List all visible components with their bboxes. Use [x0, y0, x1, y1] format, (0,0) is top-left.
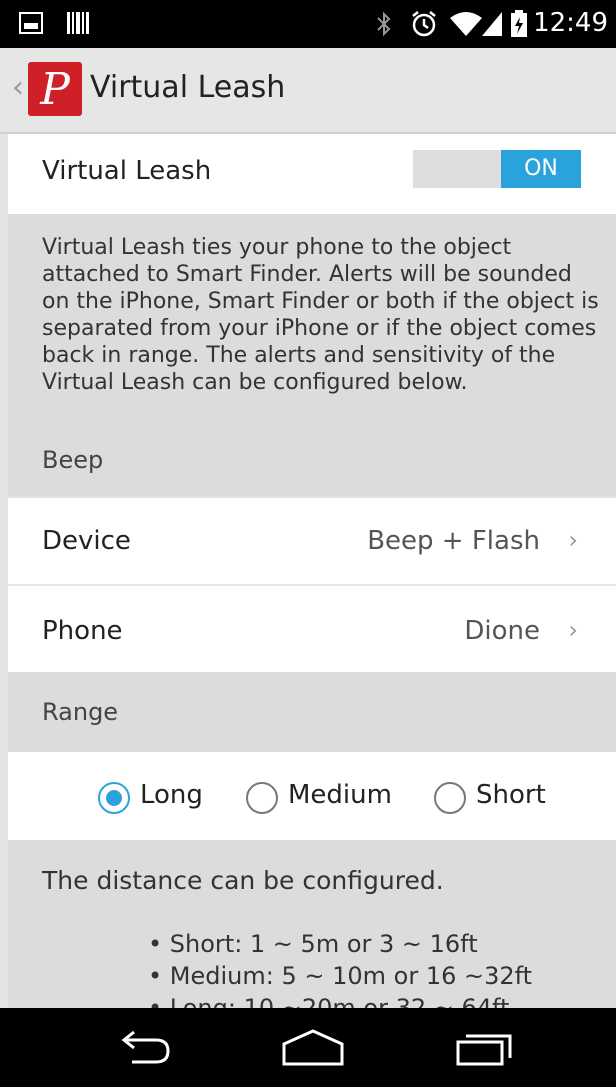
- device-label: Device: [42, 526, 131, 556]
- phone-label: Phone: [42, 616, 123, 646]
- range-radio-group: Long Medium Short: [8, 752, 616, 840]
- radio-unchecked-icon: [246, 782, 278, 814]
- list-item: • Short: 1 ~ 5m or 3 ~ 16ft: [148, 930, 478, 958]
- toggle-on-label: ON: [501, 150, 581, 188]
- virtual-leash-row: Virtual Leash ON: [8, 134, 616, 214]
- radio-checked-icon: [98, 782, 130, 814]
- battery-icon: [511, 10, 527, 37]
- app-logo-letter: P: [40, 64, 70, 115]
- bluetooth-icon: [377, 11, 391, 37]
- description-panel: Virtual Leash ties your phone to the obj…: [8, 214, 616, 496]
- radio-unchecked-icon: [434, 782, 466, 814]
- status-time: 12:49: [533, 8, 608, 38]
- list-item: • Long: 10 ~20m or 32 ~ 64ft: [148, 994, 510, 1008]
- device-value: Beep + Flash: [367, 526, 540, 556]
- phone-value: Dione: [464, 616, 540, 646]
- action-bar: ‹ P Virtual Leash: [0, 48, 616, 134]
- virtual-leash-label: Virtual Leash: [42, 156, 212, 186]
- range-section: Range: [8, 672, 616, 752]
- distance-list: • Short: 1 ~ 5m or 3 ~ 16ft • Medium: 5 …: [148, 928, 532, 1008]
- gallery-notification-icon: [19, 12, 43, 34]
- phone-row[interactable]: Phone Dione ›: [8, 586, 616, 672]
- description-text: Virtual Leash ties your phone to the obj…: [42, 235, 599, 395]
- chevron-right-icon: ›: [568, 526, 578, 554]
- range-section-header: Range: [42, 698, 119, 726]
- signal-icon: [482, 12, 502, 36]
- device-row[interactable]: Device Beep + Flash ›: [8, 498, 616, 584]
- back-chevron-icon[interactable]: ‹: [12, 70, 24, 105]
- page-title: Virtual Leash: [90, 70, 286, 105]
- navigation-bar: [0, 1008, 616, 1087]
- distance-panel: The distance can be configured. • Short:…: [8, 840, 616, 1008]
- range-option-label: Long: [140, 780, 203, 810]
- list-item: • Medium: 5 ~ 10m or 16 ~32ft: [148, 962, 533, 990]
- beep-section-header: Beep: [42, 446, 104, 474]
- recent-apps-icon[interactable]: [452, 1028, 516, 1068]
- barcode-notification-icon: [67, 12, 89, 34]
- wifi-icon: [450, 12, 482, 36]
- alarm-icon: [412, 11, 436, 37]
- home-icon[interactable]: [280, 1028, 346, 1068]
- distance-title: The distance can be configured.: [42, 866, 444, 895]
- virtual-leash-toggle[interactable]: ON: [413, 150, 581, 188]
- chevron-right-icon: ›: [568, 616, 578, 644]
- range-option-label: Short: [476, 780, 546, 810]
- app-logo[interactable]: P: [28, 62, 82, 116]
- status-bar: 12:49: [0, 0, 616, 48]
- back-icon[interactable]: [112, 1028, 174, 1068]
- range-option-label: Medium: [288, 780, 392, 810]
